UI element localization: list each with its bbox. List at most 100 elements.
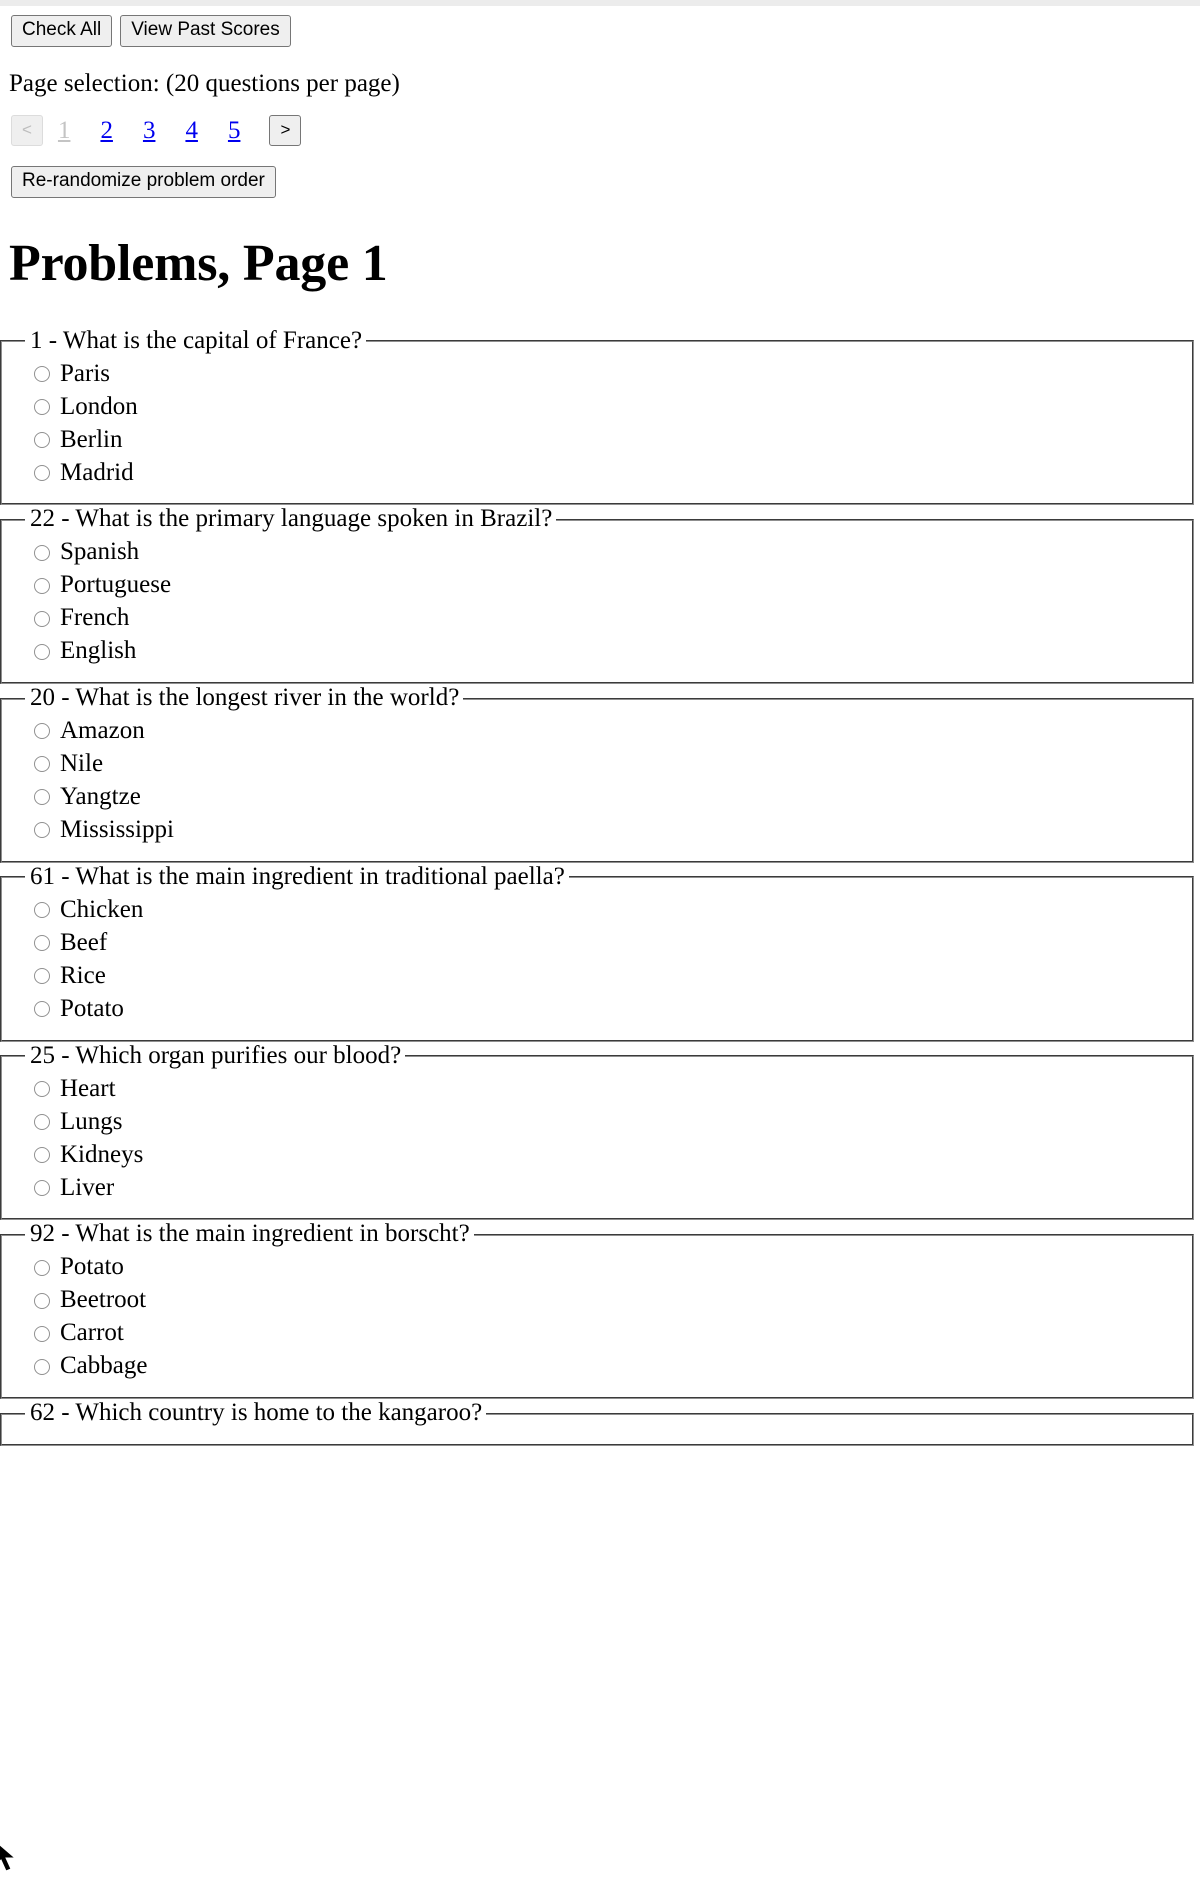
option-row[interactable]: Paris: [34, 357, 1192, 390]
option-label[interactable]: Rice: [60, 962, 106, 991]
option-radio[interactable]: [34, 398, 50, 415]
option-label[interactable]: Portuguese: [60, 571, 171, 600]
option-row[interactable]: English: [34, 635, 1192, 668]
option-row[interactable]: Mississippi: [34, 814, 1192, 847]
option-row[interactable]: Beetroot: [34, 1284, 1192, 1317]
option-row[interactable]: Carrot: [34, 1317, 1192, 1350]
option-label[interactable]: Nile: [60, 750, 103, 779]
option-row[interactable]: London: [34, 390, 1192, 423]
problem-legend: 61 - What is the main ingredient in trad…: [30, 862, 565, 890]
option-list: Heart Lungs Kidneys Liver: [2, 1070, 1192, 1204]
option-radio[interactable]: [34, 935, 50, 952]
option-label[interactable]: French: [60, 604, 129, 633]
option-radio[interactable]: [34, 610, 50, 627]
option-label[interactable]: Cabbage: [60, 1352, 147, 1381]
option-label[interactable]: Potato: [60, 995, 124, 1024]
quiz-page: Check All View Past Scores Page selectio…: [0, 6, 1200, 1446]
option-label[interactable]: Spanish: [60, 538, 139, 567]
option-label[interactable]: Heart: [60, 1075, 116, 1104]
option-label[interactable]: London: [60, 393, 138, 422]
option-label[interactable]: Amazon: [60, 717, 145, 746]
problem-legend: 20 - What is the longest river in the wo…: [30, 684, 460, 712]
option-label[interactable]: English: [60, 637, 136, 666]
option-row[interactable]: Berlin: [34, 423, 1192, 456]
option-radio[interactable]: [34, 756, 50, 773]
pagination-page-1: 1: [57, 116, 71, 144]
option-label[interactable]: Carrot: [60, 1319, 124, 1348]
option-radio[interactable]: [34, 1146, 50, 1163]
option-radio[interactable]: [34, 431, 50, 448]
pagination-page-2[interactable]: 2: [100, 117, 113, 145]
option-radio[interactable]: [34, 544, 50, 561]
pagination-page-3[interactable]: 3: [143, 117, 156, 145]
option-row[interactable]: Nile: [34, 748, 1192, 781]
option-row[interactable]: Spanish: [34, 536, 1192, 569]
pagination-next-button[interactable]: >: [269, 115, 302, 147]
problem-legend: 92 - What is the main ingredient in bors…: [30, 1220, 470, 1248]
page-title: Problems, Page 1: [9, 234, 388, 292]
option-radio[interactable]: [34, 1292, 50, 1309]
option-row[interactable]: Amazon: [34, 715, 1192, 748]
option-label[interactable]: Beetroot: [60, 1286, 146, 1315]
option-label[interactable]: Lungs: [60, 1108, 123, 1137]
option-label[interactable]: Liver: [60, 1174, 114, 1203]
option-radio[interactable]: [34, 1113, 50, 1130]
option-radio[interactable]: [34, 464, 50, 481]
option-radio[interactable]: [34, 1325, 50, 1342]
option-radio[interactable]: [34, 968, 50, 985]
option-list: Spanish Portuguese French English: [2, 534, 1192, 668]
option-radio[interactable]: [34, 1001, 50, 1018]
option-label[interactable]: Beef: [60, 929, 107, 958]
option-radio[interactable]: [34, 365, 50, 382]
mouse-cursor-icon: [0, 1844, 17, 1872]
option-radio[interactable]: [34, 902, 50, 919]
option-list: Potato Beetroot Carrot Cabbage: [2, 1249, 1192, 1383]
check-all-button[interactable]: Check All: [11, 15, 113, 47]
rerandomize-row: Re-randomize problem order: [11, 165, 1200, 198]
option-list: Paris London Berlin Madrid: [2, 355, 1192, 489]
option-radio[interactable]: [34, 643, 50, 660]
option-row[interactable]: Heart: [34, 1072, 1192, 1105]
pagination-page-5[interactable]: 5: [228, 117, 241, 145]
pagination-prev-button[interactable]: <: [11, 115, 43, 147]
option-row[interactable]: Kidneys: [34, 1138, 1192, 1171]
option-label[interactable]: Paris: [60, 360, 110, 389]
page-selection-label: Page selection: (20 questions per page): [9, 69, 400, 97]
option-row[interactable]: Chicken: [34, 894, 1192, 927]
problem-legend: 62 - Which country is home to the kangar…: [30, 1399, 483, 1427]
option-radio[interactable]: [34, 1259, 50, 1276]
option-radio[interactable]: [34, 1358, 50, 1375]
option-row[interactable]: Beef: [34, 927, 1192, 960]
option-row[interactable]: Potato: [34, 1251, 1192, 1284]
option-radio[interactable]: [34, 1080, 50, 1097]
option-list: Amazon Nile Yangtze Mississippi: [2, 713, 1192, 847]
view-past-scores-button[interactable]: View Past Scores: [120, 15, 291, 47]
option-row[interactable]: Lungs: [34, 1105, 1192, 1138]
option-row[interactable]: Portuguese: [34, 569, 1192, 602]
option-radio[interactable]: [34, 577, 50, 594]
option-row[interactable]: French: [34, 602, 1192, 635]
option-label[interactable]: Potato: [60, 1253, 124, 1282]
option-row[interactable]: Rice: [34, 960, 1192, 993]
option-row[interactable]: Potato: [34, 993, 1192, 1026]
problem-fieldset: 1 - What is the capital of France? Paris L…: [0, 326, 1194, 506]
option-row[interactable]: Madrid: [34, 456, 1192, 489]
option-label[interactable]: Chicken: [60, 896, 143, 925]
option-label[interactable]: Kidneys: [60, 1141, 143, 1170]
option-label[interactable]: Madrid: [60, 459, 134, 488]
option-radio[interactable]: [34, 789, 50, 806]
option-label[interactable]: Yangtze: [60, 783, 141, 812]
option-label[interactable]: Berlin: [60, 426, 123, 455]
option-radio[interactable]: [34, 822, 50, 839]
option-label[interactable]: Mississippi: [60, 816, 174, 845]
rerandomize-problem-order-button[interactable]: Re-randomize problem order: [11, 165, 276, 198]
problem-legend: 1 - What is the capital of France?: [30, 326, 363, 354]
option-row[interactable]: Yangtze: [34, 781, 1192, 814]
option-radio[interactable]: [34, 723, 50, 740]
problem-fieldset: 62 - Which country is home to the kangar…: [0, 1399, 1194, 1446]
pagination-page-4[interactable]: 4: [185, 117, 198, 145]
option-row[interactable]: Liver: [34, 1171, 1192, 1204]
option-radio[interactable]: [34, 1179, 50, 1196]
problem-fieldset: 61 - What is the main ingredient in trad…: [0, 862, 1194, 1042]
option-row[interactable]: Cabbage: [34, 1350, 1192, 1383]
